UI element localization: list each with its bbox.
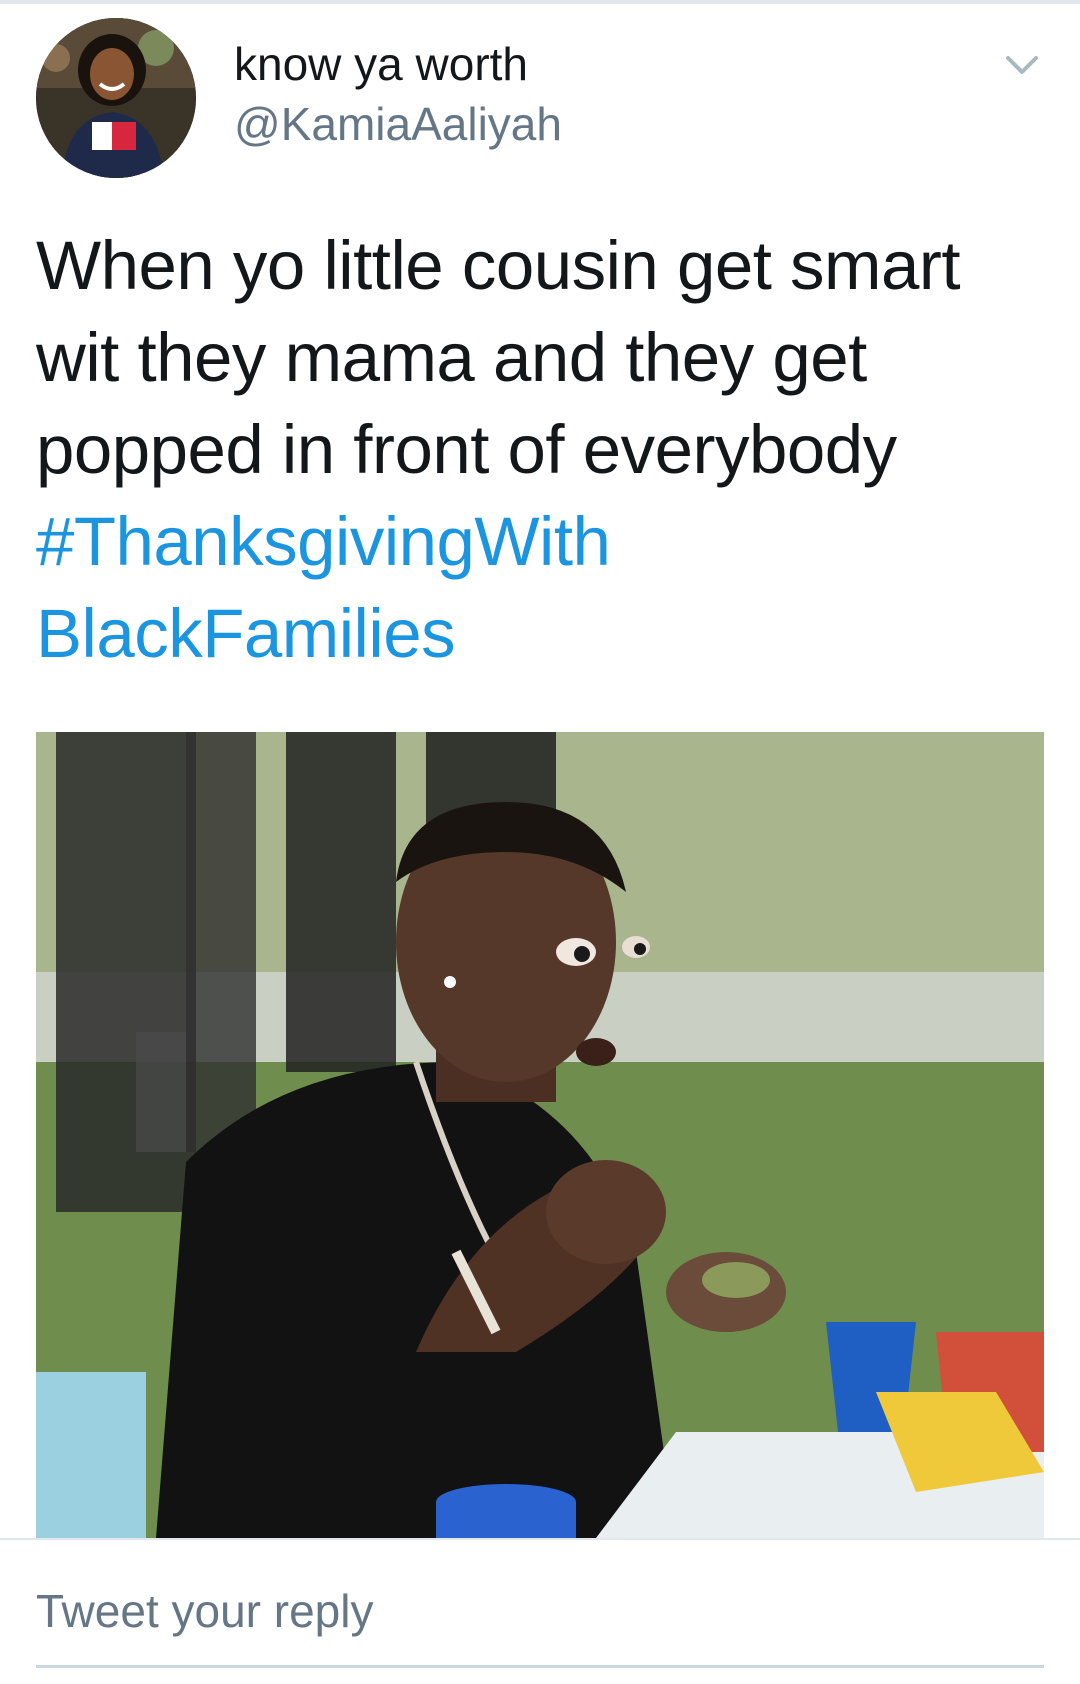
tweet-header: know ya worth @KamiaAaliyah xyxy=(36,18,1044,178)
tweet-body-text: When yo little cousin get smart wit they… xyxy=(36,227,961,488)
chevron-down-icon[interactable] xyxy=(1000,42,1044,86)
hashtag-part-1: #ThanksgivingWith xyxy=(36,503,611,580)
author-names[interactable]: know ya worth @KamiaAaliyah xyxy=(234,36,562,156)
avatar[interactable] xyxy=(36,18,196,178)
hashtag-part-2: BlackFamilies xyxy=(36,595,456,672)
reply-placeholder: Tweet your reply xyxy=(36,1585,374,1637)
reply-underline xyxy=(36,1665,1044,1668)
reply-input[interactable]: Tweet your reply xyxy=(36,1576,1044,1668)
tweet-detail-page: know ya worth @KamiaAaliyah When yo litt… xyxy=(0,0,1080,1684)
top-divider xyxy=(0,0,1080,4)
reply-divider xyxy=(0,1538,1080,1540)
tweet-media-gif[interactable] xyxy=(36,732,1044,1538)
hashtag-link[interactable]: #ThanksgivingWith BlackFamilies xyxy=(36,503,611,672)
author-display-name: know ya worth xyxy=(234,38,529,90)
author-handle: @KamiaAaliyah xyxy=(234,98,562,150)
tweet-text: When yo little cousin get smart wit they… xyxy=(36,220,1046,680)
